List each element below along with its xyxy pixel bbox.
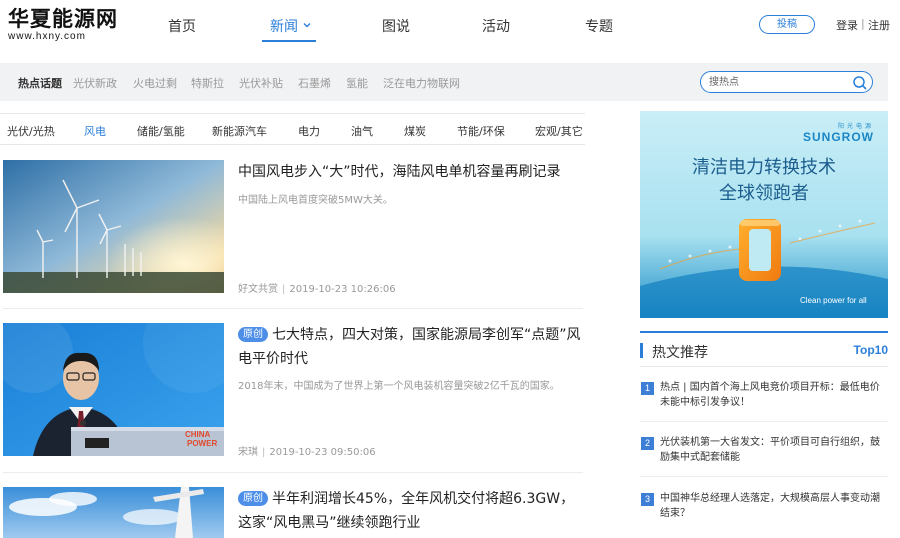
login-separator: | (861, 17, 865, 30)
article-summary: 中国陆上风电首度突破5MW大关。 (238, 195, 393, 206)
ad-brand-logo: 阳光电源 SUNGROW (803, 121, 874, 144)
article-thumbnail[interactable] (3, 487, 224, 538)
search-icon[interactable] (852, 75, 868, 91)
category-tab[interactable]: 煤炭 (404, 123, 426, 139)
meta-separator: | (282, 284, 286, 295)
logo-domain: www.hxny.com (8, 31, 86, 42)
svg-text:POWER: POWER (187, 439, 217, 448)
article-item: 原创 半年利润增长45%，全年风机交付将超6.3GW，这家“风电黑马”继续领跑行业 (0, 487, 585, 538)
ad-tagline: Clean power for all (800, 296, 867, 305)
category-tab-active[interactable]: 风电 (84, 123, 106, 139)
nav-topics[interactable]: 专题 (585, 16, 613, 36)
hot-topic-link[interactable]: 火电过剩 (133, 75, 177, 91)
article-item: 中国风电步入“大”时代，海陆风电单机容量再刷记录 中国陆上风电首度突破5MW大关… (0, 160, 585, 295)
category-tab[interactable]: 新能源汽车 (212, 123, 267, 139)
article-title-text: 半年利润增长45%，全年风机交付将超6.3GW，这家“风电黑马”继续领跑行业 (238, 491, 575, 531)
article-author[interactable]: 宋琪 (238, 447, 258, 458)
category-tab[interactable]: 电力 (298, 123, 320, 139)
recommend-divider (640, 476, 888, 477)
article-thumbnail[interactable]: CHINA POWER (3, 323, 224, 456)
recommend-item-text: 中国神华总经理人选落定，大规模高层人事变动潮结束？ (660, 493, 880, 519)
hot-search-input[interactable] (709, 74, 849, 90)
sidebar-ad-banner[interactable]: 阳光电源 SUNGROW 清洁电力转换技术 全球领跑者 Clean power … (640, 111, 888, 318)
hot-topics-bar: 热点话题 光伏新政 火电过剩 特斯拉 光伏补贴 石墨烯 氢能 泛在电力物联网 (0, 63, 888, 101)
article-meta: 好文共赏 | 2019-10-23 10:26:06 (238, 280, 396, 295)
article-title[interactable]: 中国风电步入“大”时代，海陆风电单机容量再刷记录 (238, 160, 583, 184)
hot-topic-link[interactable]: 氢能 (346, 75, 368, 91)
nav-home[interactable]: 首页 (168, 16, 196, 36)
article-item: CHINA POWER 原创 七大特点，四大对策，国家能源局李创军“点题”风电平价… (0, 323, 585, 458)
article-title[interactable]: 原创 七大特点，四大对策，国家能源局李创军“点题”风电平价时代 (238, 323, 583, 371)
article-divider (3, 308, 583, 309)
category-tab[interactable]: 储能/氢能 (137, 123, 185, 139)
logo-name: 华夏能源网 (8, 6, 118, 31)
article-divider (3, 472, 583, 473)
article-date: 2019-10-23 09:50:06 (269, 447, 376, 458)
ad-brand-small: 阳光电源 (837, 123, 874, 130)
article-meta: 宋琪 | 2019-10-23 09:50:06 (238, 443, 376, 458)
recommend-item-text: 光伏装机第一大省发文：平价项目可自行组织，鼓励集中式配套储能 (660, 437, 880, 463)
article-author[interactable]: 好文共赏 (238, 284, 278, 295)
article-title-text: 七大特点，四大对策，国家能源局李创军“点题”风电平价时代 (238, 327, 581, 367)
site-logo[interactable]: 华夏能源网 www.hxny.com (8, 6, 123, 43)
category-tabs: 光伏/光热 风电 储能/氢能 新能源汽车 电力 油气 煤炭 节能/环保 宏观/其… (0, 113, 585, 145)
original-badge: 原创 (238, 327, 268, 342)
nav-news-label: 新闻 (270, 19, 298, 35)
hot-topic-link[interactable]: 特斯拉 (191, 75, 224, 91)
article-thumbnail[interactable] (3, 160, 224, 293)
recommend-title: 热文推荐 (652, 345, 708, 361)
nav-active-underline (262, 40, 316, 42)
article-summary: 2018年末，中国成为了世界上第一个风电装机容量突破2亿千瓦的国家。 (238, 381, 560, 392)
hot-topic-link[interactable]: 石墨烯 (298, 75, 331, 91)
rank-number: 2 (641, 437, 654, 450)
hot-topic-link[interactable]: 光伏新政 (73, 75, 117, 91)
rank-number: 3 (641, 493, 654, 506)
nav-gallery[interactable]: 图说 (382, 16, 410, 36)
original-badge: 原创 (238, 491, 268, 506)
hot-topic-link[interactable]: 光伏补贴 (239, 75, 283, 91)
nav-news[interactable]: 新闻 (270, 16, 312, 36)
recommend-top10-link[interactable]: Top10 (854, 343, 888, 357)
hot-topics-title: 热点话题 (18, 77, 62, 90)
submit-article-button[interactable]: 投稿 (759, 15, 815, 34)
category-tab[interactable]: 节能/环保 (457, 123, 505, 139)
category-tab[interactable]: 油气 (351, 123, 373, 139)
hot-search-box (700, 71, 873, 93)
login-link[interactable]: 登录 (836, 17, 858, 33)
recommend-accent-bar (640, 343, 643, 358)
article-title-text: 中国风电步入“大”时代，海陆风电单机容量再刷记录 (238, 164, 561, 180)
hot-topic-link[interactable]: 泛在电力物联网 (383, 75, 460, 91)
chevron-down-icon (303, 23, 311, 28)
ad-headline-1: 清洁电力转换技术 (692, 157, 836, 178)
category-tab[interactable]: 宏观/其它 (535, 123, 583, 139)
recommend-item-text: 热点 | 国内首个海上风电竞价项目开标：最低电价未能中标引发争议！ (660, 382, 880, 408)
meta-separator: | (262, 447, 266, 458)
ad-headline-2: 全球领跑者 (719, 183, 809, 204)
rank-number: 1 (641, 382, 654, 395)
article-title[interactable]: 原创 半年利润增长45%，全年风机交付将超6.3GW，这家“风电黑马”继续领跑行业 (238, 487, 583, 535)
site-header: 华夏能源网 www.hxny.com 首页 新闻 图说 活动 专题 投稿 登录 … (0, 0, 900, 52)
category-tab[interactable]: 光伏/光热 (7, 123, 55, 139)
article-date: 2019-10-23 10:26:06 (289, 284, 396, 295)
recommend-header: 热文推荐 Top10 (640, 331, 888, 367)
ad-brand-name: SUNGROW (803, 130, 874, 144)
nav-events[interactable]: 活动 (482, 16, 510, 36)
svg-text:CHINA: CHINA (185, 430, 211, 439)
register-link[interactable]: 注册 (868, 17, 890, 33)
recommend-divider (640, 421, 888, 422)
